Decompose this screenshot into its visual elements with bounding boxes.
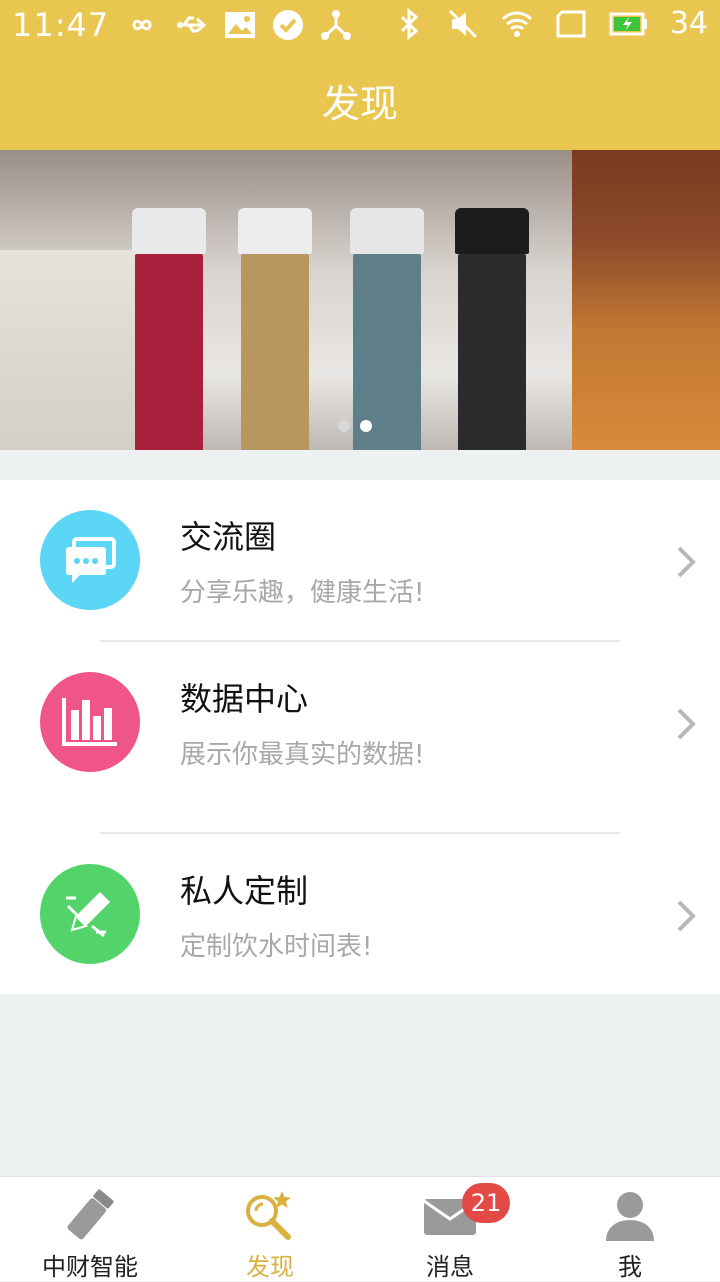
tab-discover[interactable]: 发现 [180, 1177, 360, 1281]
chevron-right-icon [677, 546, 696, 578]
status-bar: 11:47 34 [0, 0, 720, 50]
list-item-title: 私人定制 [180, 872, 309, 910]
list-item-title: 交流圈 [180, 518, 277, 556]
tab-home[interactable]: 中财智能 [0, 1177, 180, 1281]
infinity-icon [132, 19, 152, 31]
mute-icon [448, 9, 477, 38]
banner-next-slide-preview [572, 150, 720, 450]
wifi-icon [501, 11, 532, 37]
bottom-tab-bar: 中财智能 发现 21 消息 我 [0, 1176, 720, 1281]
list-item-title: 数据中心 [180, 680, 309, 718]
tab-me[interactable]: 我 [540, 1177, 720, 1281]
header-bar: 发现 [0, 50, 720, 150]
edit-pencil-icon [40, 864, 140, 964]
bar-chart-icon [40, 672, 140, 772]
banner-carousel[interactable] [0, 150, 720, 450]
discover-menu-list: 交流圈 分享乐趣，健康生活! 数据中心 展示你最真实的数据! 私人定制 定制饮水… [0, 480, 720, 994]
chevron-right-icon [677, 900, 696, 932]
banner-bottle [455, 208, 529, 450]
banner-bottle [238, 208, 312, 450]
unread-badge: 21 [462, 1183, 510, 1223]
page-title: 发现 [321, 81, 398, 126]
tab-label: 中财智能 [42, 1253, 138, 1281]
list-item-data-center[interactable]: 数据中心 展示你最真实的数据! [0, 642, 720, 772]
list-item-subtitle: 分享乐趣，健康生活! [180, 578, 425, 608]
status-time: 11:47 [12, 6, 110, 44]
check-circle-icon [273, 10, 304, 40]
list-item-custom[interactable]: 私人定制 定制饮水时间表! [0, 834, 720, 964]
list-item-subtitle: 展示你最真实的数据! [180, 740, 425, 770]
sim-icon [556, 10, 586, 37]
chat-bubbles-icon [40, 510, 140, 610]
bottle-icon [67, 1189, 114, 1240]
battery-charging-icon [609, 12, 647, 35]
carousel-dot-active[interactable] [360, 420, 372, 432]
banner-bottle [132, 208, 206, 450]
tab-label: 发现 [246, 1253, 294, 1281]
list-item-community[interactable]: 交流圈 分享乐趣，健康生活! [0, 480, 720, 610]
tab-label: 消息 [426, 1253, 474, 1281]
share-network-icon [321, 10, 352, 40]
tab-messages[interactable]: 21 消息 [360, 1177, 540, 1281]
bluetooth-icon [400, 7, 419, 40]
list-item-subtitle: 定制饮水时间表! [180, 932, 373, 962]
banner-bottle [350, 208, 424, 450]
image-icon [225, 12, 256, 38]
chevron-right-icon [677, 708, 696, 740]
battery-level: 34 [669, 6, 708, 41]
usb-icon [177, 16, 207, 33]
user-icon [606, 1192, 654, 1241]
carousel-dot[interactable] [338, 420, 350, 432]
magnifier-star-icon [246, 1191, 291, 1240]
tab-label: 我 [618, 1253, 642, 1281]
carousel-indicator [338, 420, 372, 432]
